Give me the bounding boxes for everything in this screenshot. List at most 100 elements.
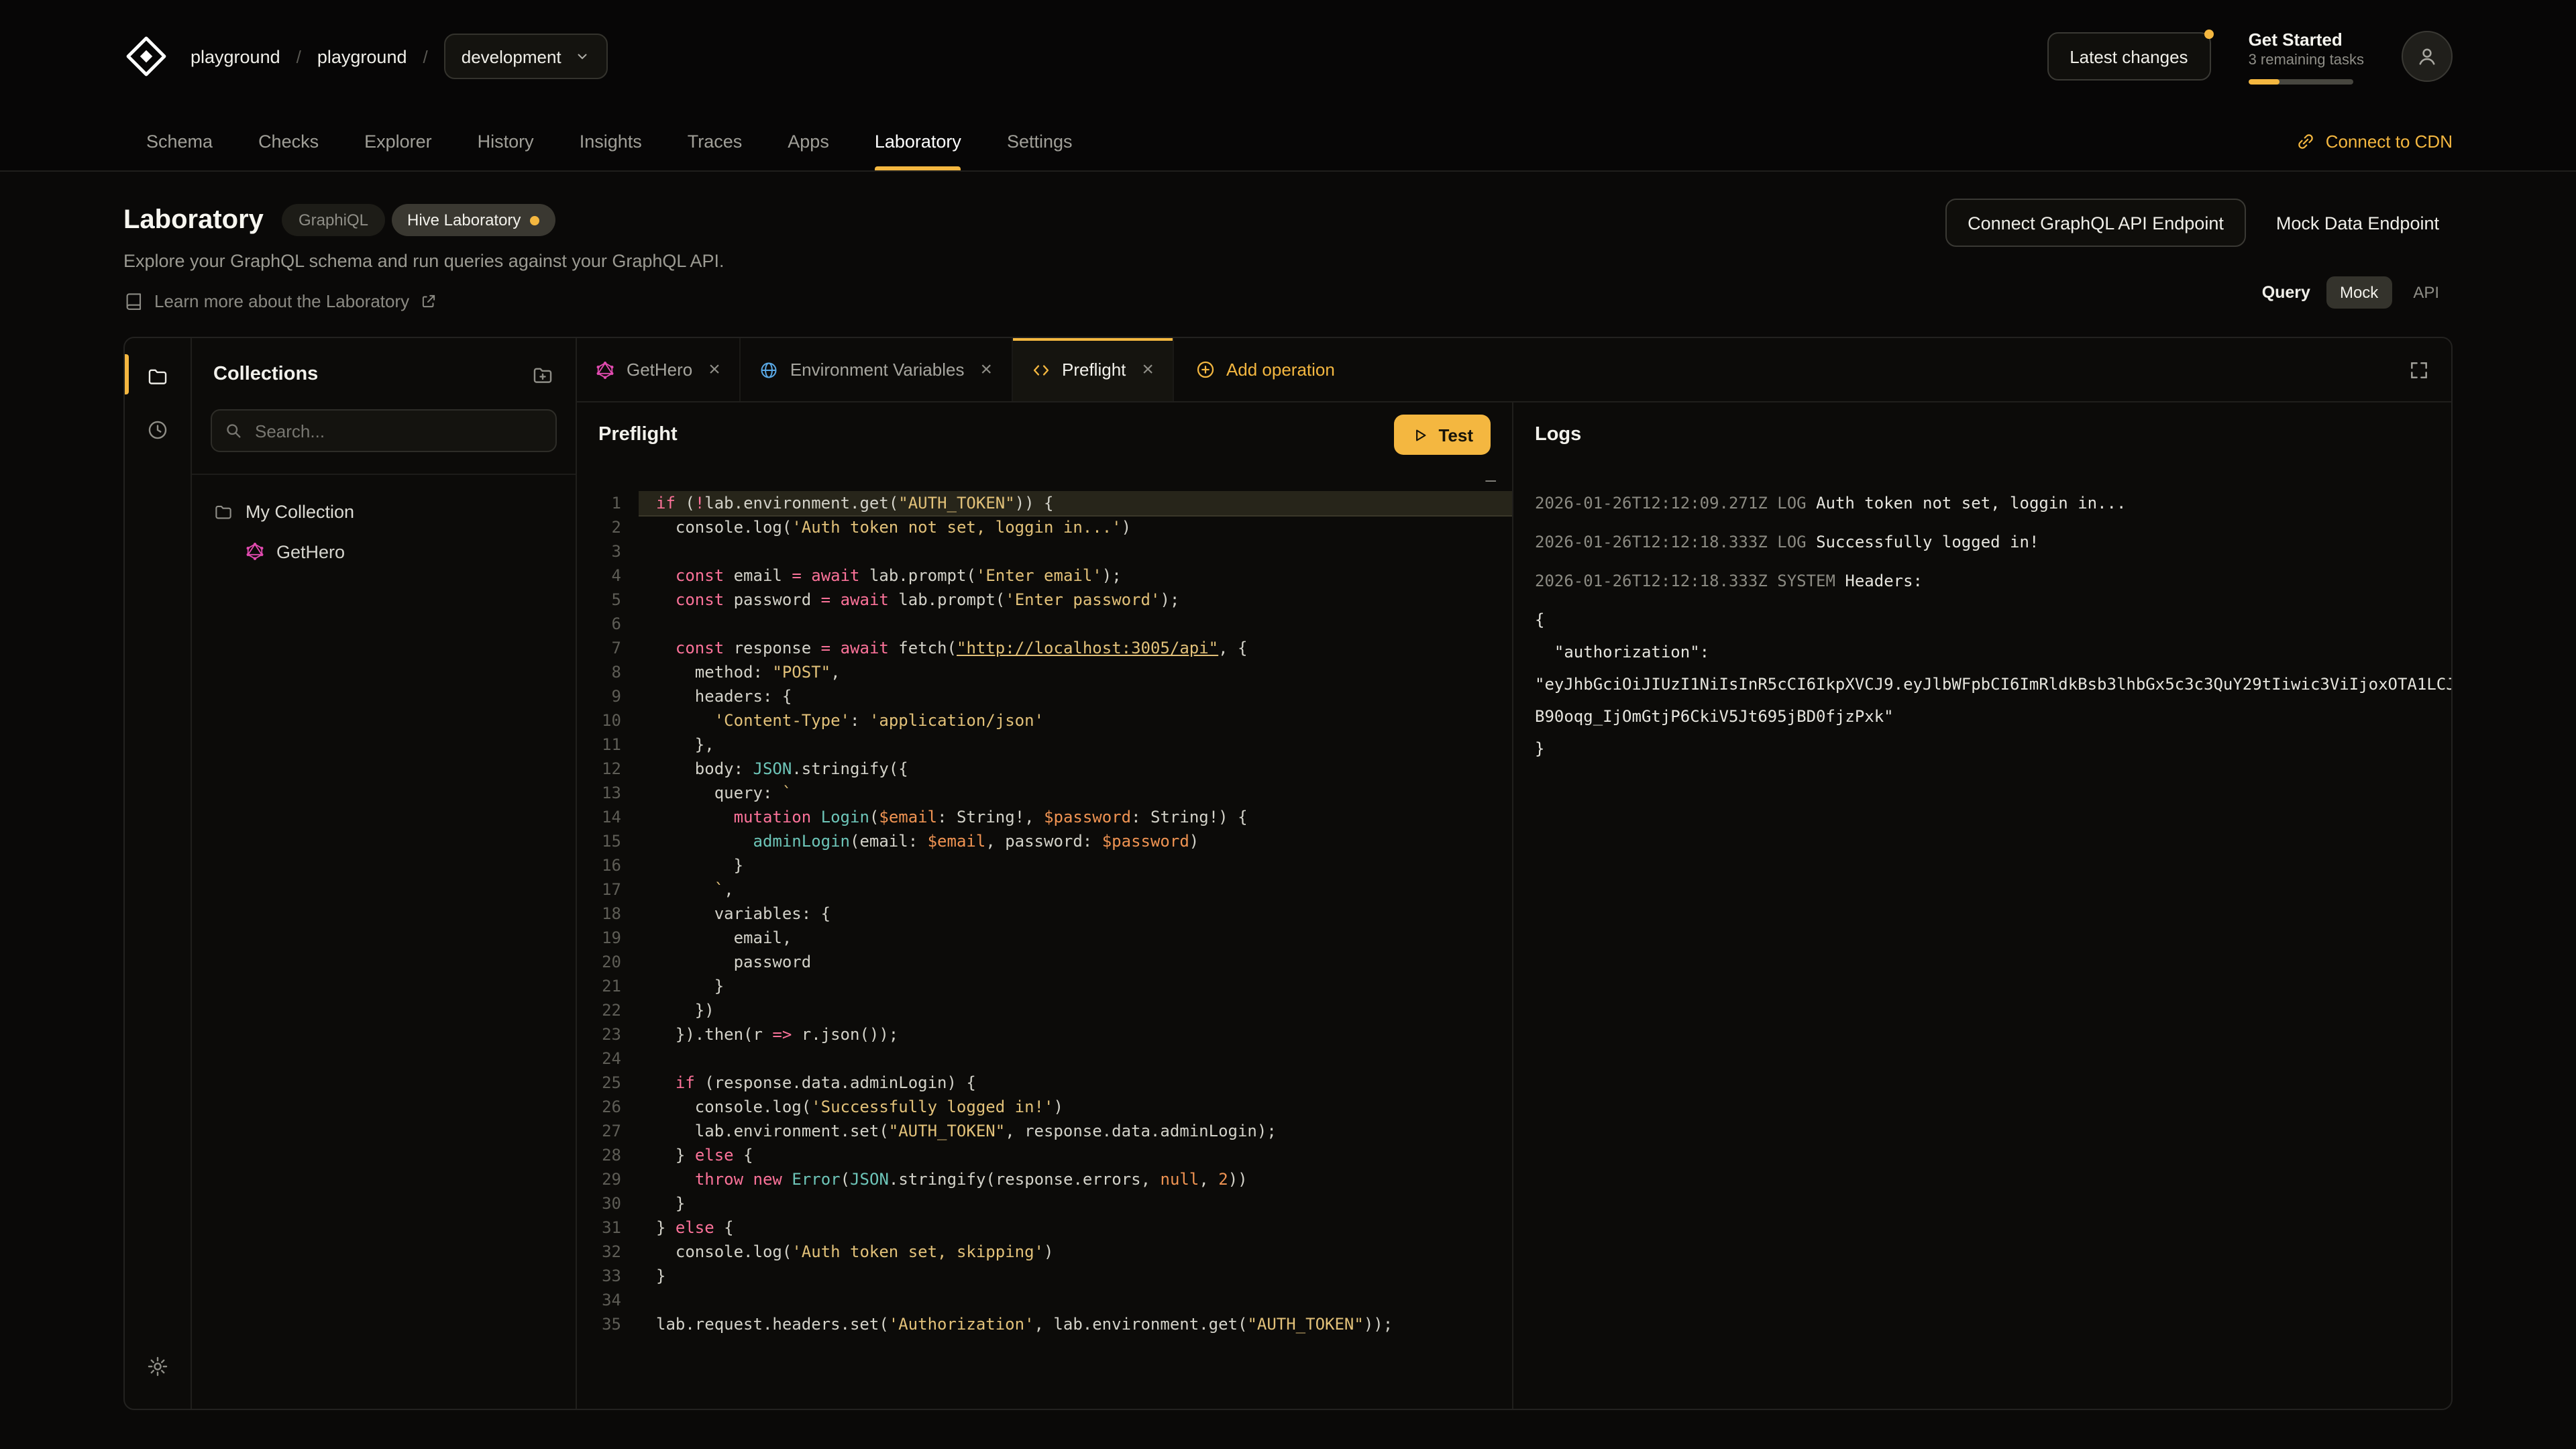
code-line[interactable]: const email = await lab.prompt('Enter em…	[639, 564, 1512, 588]
history-rail-button[interactable]	[132, 402, 183, 456]
code-line[interactable]: console.log('Auth token set, skipping')	[639, 1240, 1512, 1264]
code-line[interactable]: }	[639, 853, 1512, 877]
line-number: 21	[577, 974, 621, 998]
mode-pill-hive-laboratory[interactable]: Hive Laboratory	[391, 204, 555, 236]
nav-tab-insights[interactable]: Insights	[580, 113, 642, 170]
code-line[interactable]: },	[639, 733, 1512, 757]
code-line[interactable]: headers: {	[639, 684, 1512, 708]
workspace-tabs: GetHero×Environment Variables× Preflight ×…	[577, 338, 2451, 402]
code-lines[interactable]: if (!lab.environment.get("AUTH_TOKEN")) …	[639, 491, 1512, 1409]
close-tab-icon[interactable]: ×	[1142, 360, 1154, 380]
code-line[interactable]: body: JSON.stringify({	[639, 757, 1512, 781]
workspace-tab-preflight[interactable]: Preflight ×	[1012, 338, 1174, 401]
test-button[interactable]: Test	[1394, 415, 1491, 455]
mode-pill-graphiql[interactable]: GraphiQL	[282, 204, 384, 236]
code-line[interactable]: mutation Login($email: String!, $passwor…	[639, 805, 1512, 829]
code-line[interactable]: }).then(r => r.json());	[639, 1022, 1512, 1046]
breadcrumb-org[interactable]: playground	[191, 46, 280, 66]
get-started-title: Get Started	[2249, 29, 2364, 51]
workspace-tab-environment-variables[interactable]: Environment Variables×	[741, 338, 1012, 401]
code-line[interactable]	[639, 1046, 1512, 1071]
workspace-tab-gethero[interactable]: GetHero×	[577, 338, 741, 401]
left-rail	[125, 338, 192, 1409]
log-payload-line: {	[1535, 604, 2430, 636]
laboratory-workspace: Collections My Collection	[123, 337, 2453, 1410]
gear-icon	[146, 1354, 169, 1377]
log-payload-line: "eyJhbGciOiJIUzI1NiIsInR5cCI6IkpXVCJ9.ey…	[1535, 668, 2430, 700]
code-line[interactable]: }	[639, 974, 1512, 998]
preflight-editor-panel: Preflight Test 1234567891011121314151617…	[577, 402, 1512, 1409]
settings-rail-button[interactable]	[132, 1339, 183, 1393]
code-line[interactable]: lab.environment.set("AUTH_TOKEN", respon…	[639, 1119, 1512, 1143]
code-line[interactable]: console.log('Auth token not set, loggin …	[639, 515, 1512, 539]
code-line[interactable]	[639, 1288, 1512, 1312]
nav-tab-apps[interactable]: Apps	[788, 113, 829, 170]
breadcrumb: playground / playground / development	[191, 34, 608, 79]
nav-tabs: Schema Checks Explorer History Insights Trace…	[123, 113, 1073, 170]
get-started-progress-bar	[2249, 78, 2353, 84]
learn-more-link[interactable]: Learn more about the Laboratory	[123, 291, 437, 311]
code-line[interactable]: if (!lab.environment.get("AUTH_TOKEN")) …	[639, 491, 1512, 515]
code-line[interactable]: variables: {	[639, 902, 1512, 926]
code-line[interactable]	[639, 612, 1512, 636]
code-line[interactable]: } else {	[639, 1143, 1512, 1167]
nav-tab-settings[interactable]: Settings	[1007, 113, 1073, 170]
line-number: 5	[577, 588, 621, 612]
query-mode-mock[interactable]: Mock	[2326, 276, 2392, 309]
mode-pill-label: Hive Laboratory	[407, 211, 521, 229]
code-line[interactable]: const response = await fetch("http://loc…	[639, 636, 1512, 660]
code-line[interactable]: password	[639, 950, 1512, 974]
nav-tab-laboratory[interactable]: Laboratory	[875, 113, 961, 170]
code-line[interactable]: email,	[639, 926, 1512, 950]
collection-operation-gethero[interactable]: GetHero	[203, 531, 565, 572]
code-line[interactable]: lab.request.headers.set('Authorization',…	[639, 1312, 1512, 1336]
line-number: 33	[577, 1264, 621, 1288]
collections-rail-button[interactable]	[132, 349, 183, 402]
connect-endpoint-button[interactable]: Connect GraphQL API Endpoint	[1945, 199, 2247, 247]
collection-folder-label: My Collection	[246, 501, 354, 521]
close-tab-icon[interactable]: ×	[708, 360, 720, 380]
code-editor[interactable]: 1234567891011121314151617181920212223242…	[577, 467, 1512, 1409]
code-line[interactable]: query: `	[639, 781, 1512, 805]
code-line[interactable]: console.log('Successfully logged in!')	[639, 1095, 1512, 1119]
hive-logo[interactable]	[123, 34, 169, 79]
nav-tab-explorer[interactable]: Explorer	[364, 113, 432, 170]
code-line[interactable]: })	[639, 998, 1512, 1022]
get-started-widget[interactable]: Get Started 3 remaining tasks	[2249, 29, 2364, 84]
connect-cdn-link[interactable]: Connect to CDN	[2296, 113, 2453, 170]
user-avatar[interactable]	[2402, 31, 2453, 82]
nav-tab-checks[interactable]: Checks	[258, 113, 319, 170]
code-line[interactable]: }	[639, 1264, 1512, 1288]
breadcrumb-separator: /	[423, 46, 428, 66]
breadcrumb-project[interactable]: playground	[317, 46, 407, 66]
editor-workspace: GetHero×Environment Variables× Preflight ×…	[577, 338, 2451, 1409]
collapse-panel-handle[interactable]: —	[1485, 470, 1496, 494]
code-line[interactable]: adminLogin(email: $email, password: $pas…	[639, 829, 1512, 853]
collections-panel: Collections My Collection	[192, 338, 577, 1409]
mock-endpoint-button[interactable]: Mock Data Endpoint	[2263, 199, 2453, 247]
code-line[interactable]	[639, 539, 1512, 564]
add-operation-button[interactable]: Add operation	[1174, 338, 1356, 401]
code-line[interactable]: method: "POST",	[639, 660, 1512, 684]
target-select[interactable]: development	[444, 34, 608, 79]
person-icon	[2415, 44, 2439, 68]
code-line[interactable]: throw new Error(JSON.stringify(response.…	[639, 1167, 1512, 1191]
tab-label: Preflight	[1062, 360, 1126, 380]
search-input[interactable]	[211, 409, 557, 452]
collection-folder[interactable]: My Collection	[203, 491, 565, 531]
code-line[interactable]: if (response.data.adminLogin) {	[639, 1071, 1512, 1095]
code-line[interactable]: 'Content-Type': 'application/json'	[639, 708, 1512, 733]
code-line[interactable]: } else {	[639, 1216, 1512, 1240]
code-line[interactable]: `,	[639, 877, 1512, 902]
line-number: 1	[577, 491, 621, 515]
latest-changes-button[interactable]: Latest changes	[2047, 32, 2210, 80]
new-collection-button[interactable]	[531, 363, 554, 386]
code-line[interactable]: const password = await lab.prompt('Enter…	[639, 588, 1512, 612]
close-tab-icon[interactable]: ×	[980, 360, 992, 380]
nav-tab-schema[interactable]: Schema	[146, 113, 213, 170]
nav-tab-traces[interactable]: Traces	[688, 113, 743, 170]
query-mode-api[interactable]: API	[2400, 276, 2453, 309]
nav-tab-history[interactable]: History	[478, 113, 534, 170]
fullscreen-button[interactable]	[2408, 359, 2430, 380]
code-line[interactable]: }	[639, 1191, 1512, 1216]
